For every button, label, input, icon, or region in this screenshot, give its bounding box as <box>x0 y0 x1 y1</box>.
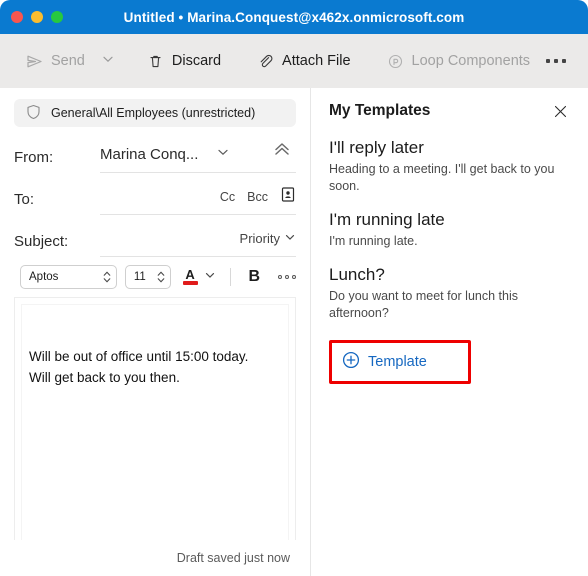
discard-button[interactable]: Discard <box>137 48 231 75</box>
format-toolbar: Aptos 11 A B <box>0 257 310 295</box>
list-item[interactable]: I'm running late I'm running late. <box>329 209 570 250</box>
window-body: General\All Employees (unrestricted) Fro… <box>0 88 588 576</box>
compose-footer: Draft saved just now <box>0 540 310 576</box>
paperclip-icon <box>257 53 274 70</box>
close-icon <box>553 105 568 123</box>
attach-file-label: Attach File <box>282 53 351 69</box>
font-size-select[interactable]: 11 <box>124 265 171 289</box>
draft-status: Draft saved just now <box>176 551 290 565</box>
priority-dropdown[interactable]: Priority <box>240 231 296 246</box>
collapse-headers-button[interactable] <box>268 138 296 165</box>
templates-list: I'll reply later Heading to a meeting. I… <box>329 137 570 384</box>
close-window-button[interactable] <box>11 11 23 23</box>
bold-button[interactable]: B <box>244 268 264 286</box>
subject-row: Subject: Priority <box>14 215 296 257</box>
maximize-window-button[interactable] <box>51 11 63 23</box>
chevron-down-icon <box>101 52 115 71</box>
send-plane-icon <box>26 53 43 70</box>
from-field[interactable]: Marina Conq... <box>100 139 296 173</box>
list-item[interactable]: Lunch? Do you want to meet for lunch thi… <box>329 264 570 322</box>
to-label: To: <box>14 191 35 208</box>
from-value: Marina Conq... <box>100 146 199 163</box>
sensitivity-label-text: General\All Employees (unrestricted) <box>51 106 256 120</box>
add-template-label: Template <box>368 354 427 370</box>
toolbar-divider <box>229 268 231 286</box>
message-body-area[interactable]: Will be out of office until 15:00 today.… <box>14 297 296 540</box>
template-name: I'm running late <box>329 210 445 229</box>
from-label: From: <box>14 149 54 166</box>
chevron-down-icon[interactable] <box>216 145 230 164</box>
minimize-window-button[interactable] <box>31 11 43 23</box>
close-templates-button[interactable] <box>551 102 570 121</box>
font-color-button[interactable]: A <box>182 268 216 286</box>
double-chevron-up-icon <box>272 143 292 162</box>
from-row: From: Marina Conq... <box>14 131 296 173</box>
font-size-value: 11 <box>133 271 146 283</box>
title-bar: Untitled • Marina.Conquest@x462x.onmicro… <box>0 0 588 34</box>
templates-header: My Templates <box>329 102 570 121</box>
add-template-button[interactable]: Template <box>340 349 429 375</box>
cc-button[interactable]: Cc <box>220 190 235 204</box>
template-description: I'm running late. <box>329 234 418 248</box>
templates-title: My Templates <box>329 102 431 119</box>
font-family-value: Aptos <box>29 271 59 283</box>
body-inner-frame <box>21 304 289 540</box>
command-toolbar: Send Discard Attach File Loop Components <box>0 34 588 88</box>
template-description: Heading to a meeting. I'll get back to y… <box>329 162 555 193</box>
subject-label: Subject: <box>14 233 69 250</box>
ellipsis-icon <box>546 59 551 63</box>
template-description: Do you want to meet for lunch this after… <box>329 289 518 320</box>
to-row: To: Cc Bcc <box>14 173 296 215</box>
more-formatting-icon[interactable] <box>278 275 297 279</box>
add-template-highlight: Template <box>329 340 471 384</box>
compose-window: Untitled • Marina.Conquest@x462x.onmicro… <box>0 0 588 576</box>
font-family-select[interactable]: Aptos <box>20 265 117 289</box>
stepper-icon <box>156 269 166 285</box>
send-options-button[interactable] <box>95 47 121 76</box>
priority-label: Priority <box>239 231 280 246</box>
ellipsis-icon <box>554 59 559 63</box>
attach-file-button[interactable]: Attach File <box>247 48 361 75</box>
more-commands-button[interactable] <box>540 51 572 71</box>
compose-pane: General\All Employees (unrestricted) Fro… <box>0 88 310 576</box>
subject-field[interactable]: Priority <box>100 223 296 257</box>
send-label: Send <box>51 53 85 69</box>
template-name: Lunch? <box>329 265 385 284</box>
address-fields: From: Marina Conq... To: Cc Bcc Subject:… <box>0 131 310 257</box>
address-book-icon[interactable] <box>280 186 296 208</box>
window-controls[interactable] <box>11 0 63 34</box>
ellipsis-icon <box>562 59 567 63</box>
font-color-icon: A <box>182 268 198 285</box>
bcc-button[interactable]: Bcc <box>247 190 268 204</box>
loop-icon <box>387 53 404 70</box>
chevron-down-icon[interactable] <box>204 268 216 286</box>
send-button[interactable]: Send <box>16 48 95 75</box>
sensitivity-label-bar[interactable]: General\All Employees (unrestricted) <box>14 99 296 127</box>
my-templates-pane: My Templates I'll reply later Heading to… <box>311 88 588 576</box>
discard-label: Discard <box>171 53 222 69</box>
stepper-icon <box>102 269 112 285</box>
list-item[interactable]: I'll reply later Heading to a meeting. I… <box>329 137 570 195</box>
shield-icon <box>26 104 41 123</box>
loop-components-label: Loop Components <box>411 53 531 69</box>
message-body-text[interactable]: Will be out of office until 15:00 today.… <box>29 346 281 388</box>
window-title: Untitled • Marina.Conquest@x462x.onmicro… <box>123 9 465 25</box>
to-field[interactable]: Cc Bcc <box>100 181 296 215</box>
loop-components-button[interactable]: Loop Components <box>377 48 541 75</box>
trash-icon <box>147 53 164 70</box>
template-name: I'll reply later <box>329 138 424 157</box>
plus-circle-icon <box>342 351 360 373</box>
chevron-down-icon <box>284 231 296 246</box>
